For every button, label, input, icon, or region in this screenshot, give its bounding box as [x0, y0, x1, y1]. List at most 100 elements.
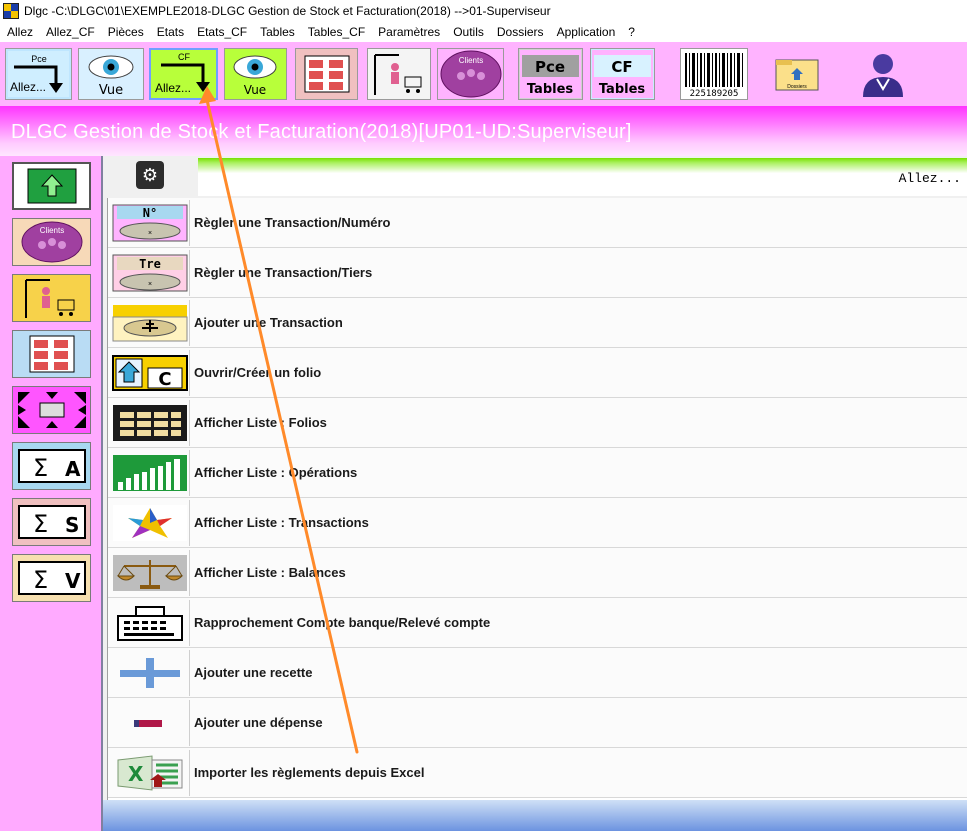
cash-register-icon	[111, 600, 190, 646]
dossiers-label: Dossiers	[787, 84, 807, 90]
menu-tables[interactable]: Tables	[253, 25, 301, 39]
sigma-icon: Σ A	[17, 449, 86, 483]
clients-icon: Clients	[21, 221, 82, 263]
person-cart-icon	[24, 279, 74, 318]
cf-allez-button[interactable]: CF Allez...	[149, 48, 218, 100]
menu-allez-cf[interactable]: Allez_CF	[39, 25, 101, 39]
vue-button-1[interactable]: Vue	[78, 48, 144, 100]
pce-allez-button[interactable]: Pce Allez...	[5, 48, 72, 100]
menu-allez[interactable]: Allez	[0, 25, 39, 39]
menu-help[interactable]: ?	[621, 25, 641, 39]
list-item-ajouter-depense[interactable]: Ajouter une dépense	[108, 698, 967, 748]
list-item-label: Règler une Transaction/Numéro	[194, 215, 391, 230]
list-item-ajouter-recette[interactable]: Ajouter une recette	[108, 648, 967, 698]
main-panel: Allez... ⚙ N° × Règler une Transaction/N…	[103, 156, 967, 831]
cf-allez-label: Allez...	[155, 81, 191, 95]
menu-outils[interactable]: Outils	[446, 25, 490, 39]
list-item-label: Règler une Transaction/Tiers	[194, 265, 373, 280]
list-item-ouvrir-folio[interactable]: C Ouvrir/Créer un folio	[108, 348, 967, 398]
list-item-label: Afficher Liste : Opérations	[194, 465, 358, 480]
sidebar-grid-button[interactable]	[12, 330, 91, 378]
menu-dossiers[interactable]: Dossiers	[490, 25, 550, 39]
list-item-liste-operations[interactable]: Afficher Liste : Opérations	[108, 448, 967, 498]
menu-pieces[interactable]: Pièces	[101, 25, 150, 39]
pce-tables-top: Pce	[535, 58, 565, 76]
sidebar-sigma-a-button[interactable]: Σ A	[12, 442, 91, 490]
numero-tag: N°	[143, 206, 157, 220]
clients-icon: Clients	[440, 50, 501, 98]
sidebar-clients-button[interactable]: Clients	[12, 218, 91, 266]
status-bar	[103, 800, 967, 831]
action-list: N° × Règler une Transaction/Numéro Tre ×…	[107, 198, 967, 800]
tiers-coin-icon: Tre ×	[111, 250, 190, 296]
app-icon	[3, 3, 19, 19]
menu-bar: Allez Allez_CF Pièces Etats Etats_CF Tab…	[0, 22, 967, 42]
vue-label-1: Vue	[99, 83, 123, 98]
svg-text:X: X	[128, 762, 144, 786]
dossiers-button[interactable]: Dossiers	[768, 48, 826, 100]
menu-parametres[interactable]: Paramètres	[371, 25, 446, 39]
menu-etats[interactable]: Etats	[150, 25, 190, 39]
svg-text:×: ×	[148, 230, 152, 237]
list-item-rapprochement[interactable]: Rapprochement Compte banque/Relevé compt…	[108, 598, 967, 648]
menu-application[interactable]: Application	[550, 25, 622, 39]
folder-icon: Dossiers	[775, 59, 819, 91]
vue-button-2[interactable]: Vue	[224, 48, 287, 100]
list-item-label: Ajouter une dépense	[194, 715, 323, 730]
tables-icon: CF Tables	[592, 50, 653, 98]
list-item-liste-balances[interactable]: Afficher Liste : Balances	[108, 548, 967, 598]
app-banner: DLGC Gestion de Stock et Facturation(201…	[0, 106, 967, 156]
title-bar: Dlgc -C:\DLGC\01\EXEMPLE2018-DLGC Gestio…	[0, 0, 967, 22]
list-item-importer-excel[interactable]: X Importer les règlements depuis Excel	[108, 748, 967, 798]
list-item-label: Afficher Liste : Balances	[194, 565, 346, 580]
pce-tables-label: Tables	[527, 82, 574, 97]
barcode-number: 225189205	[690, 89, 739, 99]
menu-etats-cf[interactable]: Etats_CF	[190, 25, 253, 39]
supplier-button[interactable]	[367, 48, 431, 100]
pce-allez-label: Allez...	[10, 80, 46, 94]
eye-icon: Vue	[233, 55, 277, 97]
list-item-label: Afficher Liste : Transactions	[194, 515, 369, 530]
bar-chart-icon	[111, 450, 190, 496]
sidebar-expand-button[interactable]	[12, 386, 91, 434]
pce-tables-button[interactable]: Pce Tables	[518, 48, 583, 100]
sigma-icon: Σ S	[17, 505, 86, 539]
sidebar-clients-label: Clients	[39, 226, 63, 235]
sidebar-sigma-s-button[interactable]: Σ S	[12, 498, 91, 546]
cf-tables-button[interactable]: CF Tables	[590, 48, 655, 100]
tables-icon: Pce Tables	[520, 50, 581, 98]
list-item-label: Ajouter une recette	[194, 665, 313, 680]
scales-icon	[111, 550, 190, 596]
barcode-icon: 225189205	[685, 53, 743, 99]
user-button[interactable]	[850, 48, 916, 100]
add-transaction-icon	[111, 300, 190, 346]
cf-tables-label: Tables	[599, 82, 646, 97]
menu-tables-cf[interactable]: Tables_CF	[301, 25, 371, 39]
svg-text:Σ: Σ	[33, 510, 48, 538]
svg-text:Σ: Σ	[33, 454, 48, 482]
list-item-liste-folios[interactable]: Afficher Liste : Folios	[108, 398, 967, 448]
folio-icon: C	[111, 350, 190, 396]
svg-text:×: ×	[148, 281, 152, 288]
list-item-regler-numero[interactable]: N° × Règler une Transaction/Numéro	[108, 198, 967, 248]
settings-button[interactable]: ⚙	[136, 161, 164, 189]
barcode-button[interactable]: 225189205	[680, 48, 748, 100]
grid-button[interactable]	[295, 48, 358, 100]
sigma-icon: Σ V	[17, 561, 86, 595]
svg-text:Σ: Σ	[33, 566, 48, 594]
list-item-regler-tiers[interactable]: Tre × Règler une Transaction/Tiers	[108, 248, 967, 298]
pce-allez-top: Pce	[31, 54, 47, 64]
cf-allez-top: CF	[178, 52, 190, 62]
banner-title: DLGC Gestion de Stock et Facturation(201…	[11, 121, 632, 143]
sidebar-sigma-v-button[interactable]: Σ V	[12, 554, 91, 602]
sidebar-supplier-button[interactable]	[12, 274, 91, 322]
clients-button[interactable]: Clients	[437, 48, 504, 100]
sidebar-upload-button[interactable]	[12, 162, 91, 210]
window-title: Dlgc -C:\DLGC\01\EXEMPLE2018-DLGC Gestio…	[24, 4, 551, 18]
eye-icon: Vue	[88, 55, 134, 98]
list-item-liste-transactions[interactable]: Afficher Liste : Transactions	[108, 498, 967, 548]
list-item-ajouter-transaction[interactable]: Ajouter une Transaction	[108, 298, 967, 348]
arrow-down-icon: CF Allez...	[155, 52, 210, 95]
cf-tables-top: CF	[611, 58, 632, 76]
star-icon	[111, 500, 190, 546]
